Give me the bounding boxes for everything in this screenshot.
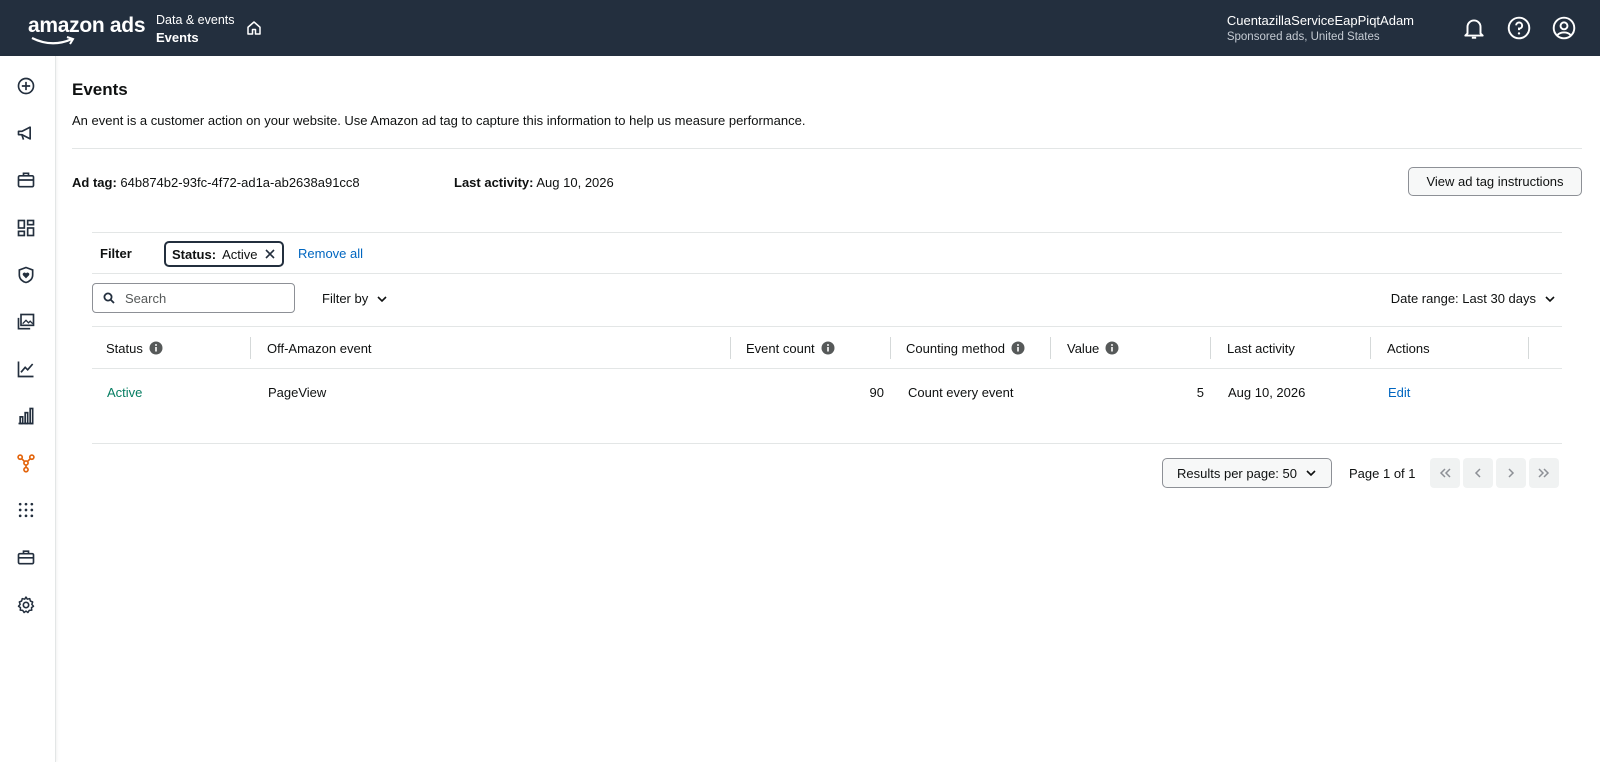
- status-filter-chip[interactable]: Status: Active: [164, 241, 284, 267]
- last-activity-info: Last activity: Aug 10, 2026: [454, 175, 614, 190]
- column-label: Counting method: [906, 340, 1006, 356]
- column-header-status[interactable]: Status: [106, 327, 163, 369]
- previous-page-button[interactable]: [1463, 458, 1493, 488]
- breadcrumb-current: Events: [156, 30, 199, 45]
- breadcrumb: Data & events Events: [156, 12, 235, 46]
- reports-bar-chart-icon[interactable]: [16, 406, 36, 426]
- date-range-label: Date range: Last 30 days: [1390, 291, 1536, 306]
- double-chevron-right-icon: [1538, 468, 1550, 478]
- column-header-event-count[interactable]: Event count: [746, 327, 835, 369]
- tools-toolbox-icon[interactable]: [16, 547, 36, 567]
- filter-label: Filter: [100, 246, 132, 261]
- close-icon[interactable]: [264, 248, 276, 260]
- column-label: Actions: [1387, 340, 1430, 356]
- campaigns-megaphone-icon[interactable]: [16, 123, 36, 143]
- info-icon[interactable]: [149, 341, 163, 355]
- column-divider: [890, 337, 891, 359]
- view-ad-tag-instructions-button[interactable]: View ad tag instructions: [1408, 167, 1582, 196]
- filter-by-label: Filter by: [322, 291, 369, 306]
- chevron-left-icon: [1474, 468, 1481, 478]
- bell-icon[interactable]: [1461, 15, 1487, 41]
- account-switcher[interactable]: CuentazillaServiceEapPiqtAdam Sponsored …: [1227, 13, 1414, 45]
- creative-images-icon[interactable]: [16, 312, 36, 332]
- help-icon[interactable]: [1506, 15, 1532, 41]
- info-icon[interactable]: [821, 341, 835, 355]
- account-marketplace: Sponsored ads, United States: [1226, 31, 1380, 43]
- results-per-page-label: Results per page: 50: [1177, 465, 1297, 481]
- divider: [72, 148, 1582, 149]
- table-row: Active PageView 90 Count every event 5 A…: [92, 369, 1562, 444]
- last-activity-label: Last activity:: [454, 175, 534, 190]
- row-last-activity: Aug 10, 2026: [1228, 385, 1306, 400]
- apps-grid-icon[interactable]: [16, 500, 36, 520]
- home-icon[interactable]: [245, 19, 263, 37]
- ad-tag-label: Ad tag:: [72, 175, 117, 190]
- row-event-name: PageView: [268, 385, 327, 400]
- filter-bar: Filter Status: Active Remove all: [92, 232, 1562, 274]
- column-label: Event count: [746, 340, 815, 356]
- remove-all-link[interactable]: Remove all: [298, 246, 363, 261]
- row-status: Active: [107, 385, 143, 400]
- chevron-down-icon: [377, 295, 387, 302]
- ad-tag-info: Ad tag: 64b874b2-93fc-4f72-ad1a-ab2638a9…: [72, 175, 360, 190]
- column-divider: [1210, 337, 1211, 359]
- edit-link[interactable]: Edit: [1388, 385, 1410, 400]
- breadcrumb-parent[interactable]: Data & events: [156, 12, 235, 29]
- double-chevron-left-icon: [1439, 468, 1451, 478]
- chip-value: Active: [222, 246, 258, 262]
- measurement-trend-icon[interactable]: [16, 359, 36, 379]
- filter-by-dropdown[interactable]: Filter by: [322, 291, 388, 306]
- column-label: Value: [1067, 340, 1100, 356]
- column-label: Last activity: [1227, 340, 1295, 356]
- info-icon[interactable]: [1011, 341, 1025, 355]
- search-box[interactable]: [92, 283, 295, 313]
- page-indicator: Page 1 of 1: [1349, 466, 1416, 481]
- create-plus-icon[interactable]: [16, 76, 36, 96]
- column-label: Off-Amazon event: [267, 340, 372, 356]
- search-input[interactable]: [125, 290, 275, 306]
- column-divider: [1050, 337, 1051, 359]
- date-range-dropdown[interactable]: Date range: Last 30 days: [1391, 291, 1556, 306]
- column-divider: [730, 337, 731, 359]
- chevron-down-icon: [1545, 295, 1555, 302]
- search-icon: [103, 292, 115, 304]
- last-activity-value: Aug 10, 2026: [536, 175, 614, 190]
- chevron-right-icon: [1508, 468, 1515, 478]
- column-header-value[interactable]: Value: [1067, 327, 1119, 369]
- column-header-actions: Actions: [1387, 327, 1430, 369]
- left-nav-rail: [0, 56, 56, 762]
- column-header-off-amazon-event[interactable]: Off-Amazon event: [267, 327, 372, 369]
- data-events-network-icon[interactable]: [16, 453, 36, 473]
- logo-smile-icon: [31, 36, 75, 45]
- column-header-last-activity[interactable]: Last activity: [1227, 327, 1295, 369]
- account-name: CuentazillaServiceEapPiqtAdam: [1226, 13, 1414, 28]
- events-table: Status Off-Amazon event Event count Coun…: [92, 326, 1562, 444]
- row-event-count: 90: [869, 385, 884, 400]
- column-divider: [1528, 337, 1529, 359]
- last-page-button[interactable]: [1529, 458, 1559, 488]
- chevron-down-icon: [1306, 470, 1316, 477]
- column-divider: [250, 337, 251, 359]
- column-header-counting-method[interactable]: Counting method: [906, 327, 1025, 369]
- settings-gear-icon[interactable]: [16, 595, 36, 615]
- briefcase-icon[interactable]: [16, 170, 36, 190]
- row-value: 5: [1196, 385, 1204, 400]
- row-counting-method: Count every event: [908, 385, 1014, 400]
- column-label: Status: [106, 340, 143, 356]
- chip-key: Status:: [172, 246, 217, 262]
- ad-tag-value: 64b874b2-93fc-4f72-ad1a-ab2638a91cc8: [120, 175, 360, 190]
- page-title: Events: [72, 80, 128, 99]
- amazon-ads-logo[interactable]: amazon ads: [28, 14, 146, 38]
- brand-safety-shield-icon[interactable]: [16, 265, 36, 285]
- first-page-button[interactable]: [1430, 458, 1460, 488]
- user-profile-icon[interactable]: [1551, 15, 1577, 41]
- info-icon[interactable]: [1105, 341, 1119, 355]
- table-header: Status Off-Amazon event Event count Coun…: [92, 326, 1562, 369]
- dashboard-icon[interactable]: [16, 218, 36, 238]
- results-per-page-dropdown[interactable]: Results per page: 50: [1162, 458, 1332, 488]
- page-description: An event is a customer action on your we…: [72, 113, 806, 128]
- next-page-button[interactable]: [1496, 458, 1526, 488]
- top-bar: amazon ads Data & events Events Cuentazi…: [0, 0, 1600, 56]
- column-divider: [1370, 337, 1371, 359]
